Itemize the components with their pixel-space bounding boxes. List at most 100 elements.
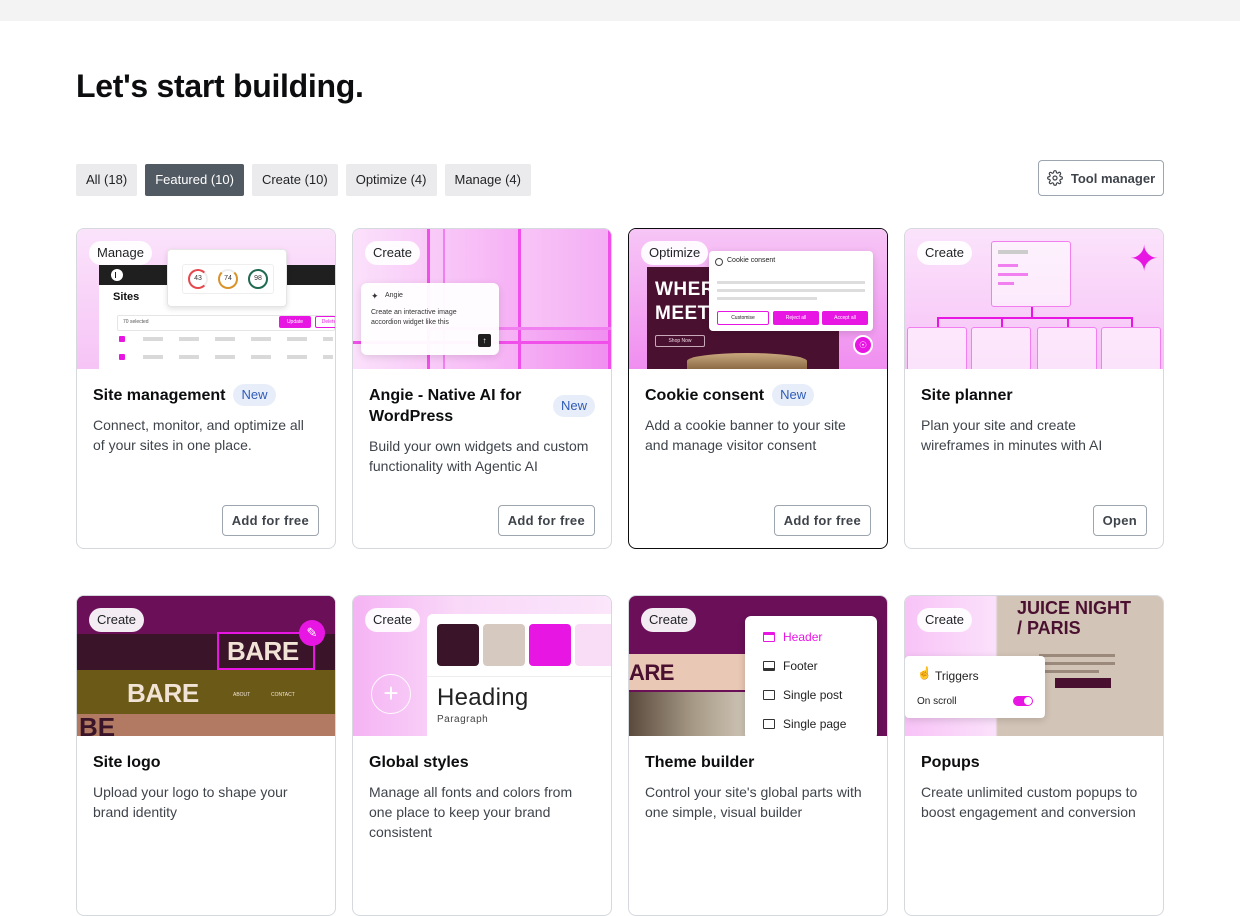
- logo-text: BARE: [127, 678, 199, 708]
- category-badge: Create: [365, 241, 421, 265]
- filter-optimize[interactable]: Optimize (4): [345, 164, 437, 196]
- card-thumbnail: ARE Create Header Footer Single post Sin…: [629, 596, 887, 736]
- add-for-free-button[interactable]: Add for free: [773, 505, 871, 536]
- nav-link-text: ABOUT: [233, 692, 251, 698]
- category-badge: Create: [917, 241, 973, 265]
- card-angie[interactable]: Create ✦ Angie Create an interactive ima…: [352, 228, 612, 549]
- card-cookie-consent[interactable]: Optimize WHER MEET Shop Now Cookie conse…: [628, 228, 888, 549]
- card-description: Create unlimited custom popups to boost …: [921, 784, 1138, 820]
- header-layout-icon: [763, 632, 775, 642]
- agent-name: Angie: [385, 292, 403, 299]
- paragraph-sample: Paragraph: [437, 714, 489, 725]
- color-swatch: [437, 624, 479, 666]
- card-title: Global styles: [369, 754, 469, 771]
- card-thumbnail: Optimize WHER MEET Shop Now Cookie conse…: [629, 229, 887, 369]
- send-icon: ↑: [478, 334, 491, 347]
- sitemap-root-node: [991, 241, 1071, 307]
- sparkle-icon: ✦: [1129, 238, 1160, 279]
- card-thumbnail: Create JUICE NIGHT / PARIS ☝ Triggers On…: [905, 596, 1163, 736]
- color-swatch: [575, 624, 611, 666]
- card-site-logo[interactable]: Create BARE ✎ BARE ABOUT CONTACT BE Site…: [76, 595, 336, 916]
- card-description: Add a cookie banner to your site and man…: [645, 417, 846, 453]
- menu-item-header: Header: [763, 630, 822, 644]
- shop-now-chip: Shop Now: [655, 335, 705, 347]
- reject-all-chip: Reject all: [773, 311, 819, 325]
- triggers-label: Triggers: [935, 669, 979, 683]
- filter-manage[interactable]: Manage (4): [444, 164, 531, 196]
- card-site-planner[interactable]: Create ✦ Site planner Plan your site and…: [904, 228, 1164, 549]
- tool-manager-button[interactable]: Tool manager: [1038, 160, 1164, 196]
- filter-featured[interactable]: Featured (10): [145, 164, 244, 196]
- ai-prompt-card: ✦ Angie Create an interactive image acco…: [361, 283, 499, 355]
- customise-chip: Customise: [717, 311, 769, 325]
- card-site-management[interactable]: Manage Sites 70 selected Update Delete 4…: [76, 228, 336, 549]
- accept-all-chip: Accept all: [822, 311, 868, 325]
- card-title: Popups: [921, 754, 980, 771]
- card-description: Build your own widgets and custom functi…: [369, 438, 589, 474]
- filter-create[interactable]: Create (10): [251, 164, 338, 196]
- card-theme-builder[interactable]: ARE Create Header Footer Single post Sin…: [628, 595, 888, 916]
- logo-text: BARE: [227, 636, 299, 666]
- menu-item-single-page: Single page: [763, 717, 846, 731]
- card-global-styles[interactable]: Create + Heading Paragraph Global styles…: [352, 595, 612, 916]
- floating-cookie-icon: ☉: [853, 335, 873, 355]
- card-thumbnail: Create BARE ✎ BARE ABOUT CONTACT BE: [77, 596, 335, 736]
- card-thumbnail: Create + Heading Paragraph: [353, 596, 611, 736]
- menu-item-single-post: Single post: [763, 688, 842, 702]
- card-thumbnail: Create ✦ Angie Create an interactive ima…: [353, 229, 611, 369]
- template-menu: Header Footer Single post Single page: [745, 616, 877, 736]
- edit-icon: ✎: [299, 620, 325, 646]
- category-badge: Create: [641, 608, 697, 632]
- new-badge: New: [233, 384, 276, 406]
- single-post-icon: [763, 690, 775, 700]
- open-button[interactable]: Open: [1092, 505, 1147, 536]
- color-swatch: [483, 624, 525, 666]
- cookie-icon: [715, 258, 723, 266]
- card-title: Theme builder: [645, 754, 755, 771]
- add-circle-icon: +: [371, 674, 411, 714]
- card-title: Site management: [93, 387, 226, 404]
- hero-text-line: MEET: [655, 303, 710, 324]
- sites-heading: Sites: [113, 291, 140, 303]
- card-title: Angie - Native AI for WordPress: [369, 387, 522, 425]
- hero-text-line: WHER: [655, 279, 716, 300]
- category-badge: Create: [365, 608, 421, 632]
- add-for-free-button[interactable]: Add for free: [221, 505, 319, 536]
- score-ring-mid: 74: [218, 269, 238, 289]
- sitemap-child-node: [1101, 327, 1161, 369]
- single-page-icon: [763, 719, 775, 729]
- on-scroll-label: On scroll: [917, 696, 957, 707]
- nav-link-text: CONTACT: [271, 692, 295, 698]
- sitemap-child-node: [971, 327, 1031, 369]
- sitemap-child-node: [1037, 327, 1097, 369]
- logo-fragment: BE: [79, 712, 116, 736]
- update-chip: Update: [279, 316, 311, 328]
- new-badge: New: [772, 384, 815, 406]
- add-for-free-button[interactable]: Add for free: [497, 505, 595, 536]
- card-title: Site planner: [921, 387, 1013, 404]
- card-title: Site logo: [93, 754, 161, 771]
- card-thumbnail: Create ✦: [905, 229, 1163, 369]
- menu-item-footer: Footer: [763, 659, 818, 673]
- poster-title: JUICE NIGHT: [1017, 598, 1132, 618]
- category-badge: Create: [917, 608, 973, 632]
- filter-all[interactable]: All (18): [76, 164, 138, 196]
- new-badge: New: [552, 395, 595, 417]
- sitemap-child-node: [907, 327, 967, 369]
- scores-tooltip: 43 74 98: [167, 249, 287, 307]
- angie-spark-icon: ✦: [371, 291, 379, 301]
- selected-count: 70 selected: [123, 319, 149, 325]
- card-popups[interactable]: Create JUICE NIGHT / PARIS ☝ Triggers On…: [904, 595, 1164, 916]
- card-description: Connect, monitor, and optimize all of yo…: [93, 417, 304, 453]
- on-scroll-toggle: [1013, 696, 1033, 706]
- category-badge: Create: [89, 608, 145, 632]
- tool-manager-label: Tool manager: [1070, 170, 1156, 186]
- triggers-popup: ☝ Triggers On scroll: [905, 656, 1045, 718]
- page-title: Let's start building.: [76, 68, 364, 104]
- theme-hero-text: ARE: [629, 660, 674, 685]
- delete-chip: Delete: [315, 316, 335, 328]
- card-description: Control your site's global parts with on…: [645, 784, 862, 820]
- pointer-icon: ☝: [917, 666, 932, 680]
- ai-prompt-text: Create an interactive image accordion wi…: [371, 309, 457, 326]
- score-ring-low: 43: [188, 269, 208, 289]
